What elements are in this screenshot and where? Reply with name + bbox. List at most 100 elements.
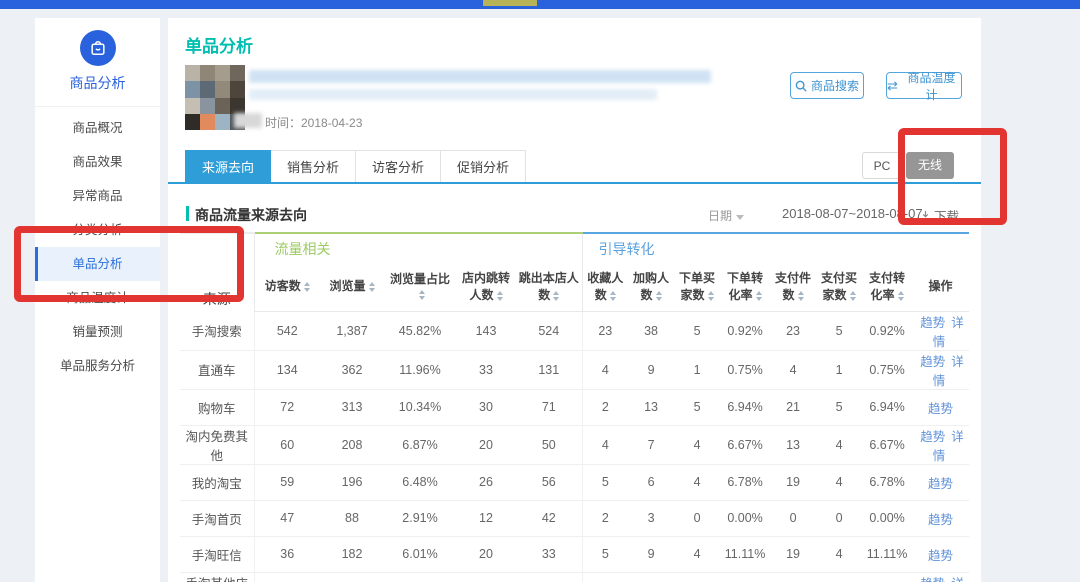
value-cell: 19: [770, 464, 816, 500]
trend-link[interactable]: 趋势: [928, 549, 953, 563]
source-cell: 手淘其他店铺商品: [180, 572, 254, 582]
value-cell: 19: [770, 536, 816, 572]
value-cell: 45.82%: [384, 311, 456, 350]
value-cell: 11.11%: [862, 536, 912, 572]
value-cell: 362: [320, 350, 384, 389]
table-row: 直通车13436211.96%331314910.75%410.75%趋势详情: [180, 350, 969, 389]
value-cell: 5: [816, 389, 862, 425]
listing-time: 时间：2018-04-23: [265, 114, 362, 131]
sidebar-item[interactable]: 单品分析: [35, 247, 160, 281]
download-link[interactable]: 下载: [920, 206, 959, 225]
table-row: 手淘其他店铺商品24882.91%8232000.00%000.00%趋势详情: [180, 572, 969, 582]
sort-icon[interactable]: [708, 291, 714, 301]
date-range[interactable]: 2018-08-07~2018-08-07: [782, 206, 923, 221]
value-cell: 2: [582, 389, 628, 425]
search-icon: [795, 80, 807, 92]
sort-icon[interactable]: [798, 291, 804, 301]
product-search-button[interactable]: 商品搜索: [790, 72, 864, 99]
value-cell: 23: [770, 311, 816, 350]
column-header: 跳出本店人数: [516, 261, 582, 311]
sidebar-item[interactable]: 商品概况: [35, 111, 160, 145]
source-cell: 我的淘宝: [180, 464, 254, 500]
value-cell: 12: [456, 500, 516, 536]
tab[interactable]: 访客分析: [356, 150, 441, 184]
tab[interactable]: 销售分析: [271, 150, 356, 184]
value-cell: 6.87%: [384, 425, 456, 464]
value-cell: 0: [816, 500, 862, 536]
sidebar-item[interactable]: 异常商品: [35, 179, 160, 213]
sort-icon[interactable]: [419, 290, 425, 300]
page-title: 单品分析: [185, 32, 253, 57]
column-header: 收藏人数: [582, 261, 628, 311]
sort-icon[interactable]: [369, 282, 375, 292]
value-cell: 26: [456, 464, 516, 500]
product-thermometer-button[interactable]: ⇄ 商品温度计: [886, 72, 962, 99]
sort-icon[interactable]: [497, 291, 503, 301]
download-icon: [920, 210, 931, 221]
table-row: 手淘搜索5421,38745.82%143524233850.92%2350.9…: [180, 311, 969, 350]
trend-link[interactable]: 趋势: [920, 577, 945, 582]
value-cell: 4: [582, 350, 628, 389]
sort-icon[interactable]: [656, 291, 662, 301]
value-cell: 6.48%: [384, 464, 456, 500]
sidebar-item[interactable]: 商品温度计: [35, 281, 160, 315]
sidebar-item[interactable]: 商品效果: [35, 145, 160, 179]
date-dropdown[interactable]: 日期: [708, 207, 744, 224]
section-header: 商品流量来源去向 日期 2018-08-07~2018-08-07 下载: [168, 196, 981, 232]
value-cell: 1: [674, 350, 720, 389]
value-cell: 6.78%: [862, 464, 912, 500]
trend-link[interactable]: 趋势: [920, 355, 945, 369]
sidebar-item[interactable]: 单品服务分析: [35, 349, 160, 383]
trend-link[interactable]: 趋势: [920, 316, 945, 330]
value-cell: 10.34%: [384, 389, 456, 425]
sidebar-item[interactable]: 分类分析: [35, 213, 160, 247]
value-cell: 2.91%: [384, 500, 456, 536]
value-cell: 24: [254, 572, 320, 582]
tab[interactable]: 促销分析: [441, 150, 526, 184]
value-cell: 11.11%: [720, 536, 770, 572]
column-header: 浏览量占比: [384, 261, 456, 311]
product-analysis-icon: [80, 30, 116, 66]
sort-icon[interactable]: [304, 282, 310, 292]
sidebar-item[interactable]: 销量预测: [35, 315, 160, 349]
table-head: 来源 流量相关 引导转化 访客数浏览量浏览量占比店内跳转人数跳出本店人数收藏人数…: [180, 233, 969, 311]
swap-icon: ⇄: [887, 79, 898, 92]
column-header: 加购人数: [628, 261, 674, 311]
value-cell: 131: [516, 350, 582, 389]
sort-icon[interactable]: [898, 291, 904, 301]
value-cell: 0.75%: [720, 350, 770, 389]
value-cell: 182: [320, 536, 384, 572]
trend-link[interactable]: 趋势: [928, 402, 953, 416]
value-cell: 36: [254, 536, 320, 572]
value-cell: 5: [582, 464, 628, 500]
value-cell: 0.00%: [862, 500, 912, 536]
value-cell: 20: [456, 536, 516, 572]
trend-link[interactable]: 趋势: [920, 430, 945, 444]
trend-link[interactable]: 趋势: [928, 513, 953, 527]
toggle-wireless[interactable]: 无线: [906, 152, 954, 179]
value-cell: 4: [674, 425, 720, 464]
sort-icon[interactable]: [850, 291, 856, 301]
product-subtitle-redacted: [249, 89, 657, 100]
value-cell: 13: [628, 389, 674, 425]
toggle-pc[interactable]: PC: [862, 152, 902, 179]
sort-icon[interactable]: [610, 291, 616, 301]
sort-icon[interactable]: [756, 291, 762, 301]
group-header-conversion: 引导转化: [582, 233, 969, 261]
value-cell: 23: [516, 572, 582, 582]
value-cell: 4: [582, 425, 628, 464]
tab[interactable]: 来源去向: [185, 150, 271, 184]
value-cell: 4: [816, 536, 862, 572]
column-header: 下单转化率: [720, 261, 770, 311]
value-cell: 4: [674, 536, 720, 572]
value-cell: 524: [516, 311, 582, 350]
sort-icon[interactable]: [553, 291, 559, 301]
trend-link[interactable]: 趋势: [928, 477, 953, 491]
value-cell: 72: [254, 389, 320, 425]
value-cell: 60: [254, 425, 320, 464]
table-row: 购物车7231310.34%307121356.94%2156.94%趋势: [180, 389, 969, 425]
value-cell: 0: [770, 500, 816, 536]
value-cell: 6.78%: [720, 464, 770, 500]
analysis-tabs: 来源去向销售分析访客分析促销分析: [185, 150, 526, 184]
value-cell: 13: [770, 425, 816, 464]
